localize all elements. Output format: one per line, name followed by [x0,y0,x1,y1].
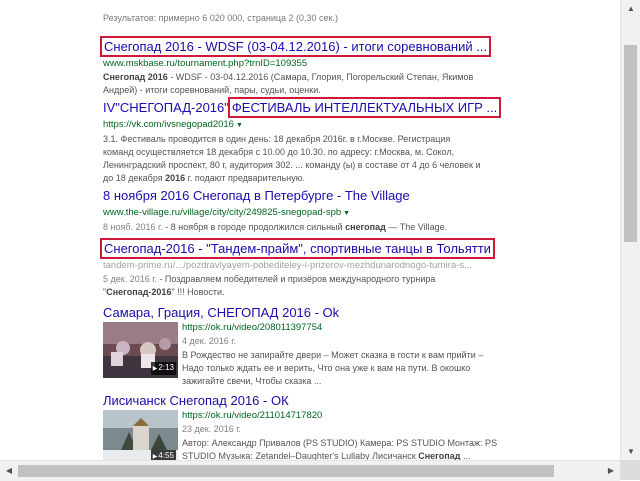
result-title-link[interactable]: Снегопад-2016 - "Тандем-прайм", спортивн… [100,238,495,259]
result-title-row: IV"СНЕГОПАД-2016" ФЕСТИВАЛЬ ИНТЕЛЛЕКТУАЛЬ… [103,97,503,118]
vertical-scrollbar[interactable]: ▲ ▼ [620,0,640,460]
result-url: tandem-prime.ru/.../pozdravlyayem-pobedi… [103,260,473,271]
video-date: 4 дек. 2016 г. [182,335,502,348]
result-date: 8 нояб. 2016 г. [103,222,163,232]
snippet-text-end: г. подают предварительную. [185,173,305,183]
video-date-text: 4 дек. 2016 г. [182,336,236,346]
snippet-bold: Снегопад 2016 [103,72,168,82]
snippet-text: - 8 ноября в городе продолжился сильный [162,222,346,232]
arrow-down-icon[interactable]: ▼ [621,443,640,460]
video-thumbnail[interactable]: ▶2:13 [103,322,178,378]
video-date: 23 дек. 2016 г. [182,423,502,436]
caret-down-icon[interactable]: ▼ [343,210,350,217]
video-thumbnail[interactable]: ▶4:55 [103,410,178,466]
result-url: www.the-village.ru/village/city/city/249… [103,207,483,220]
caret-down-icon[interactable]: ▼ [236,122,243,129]
snippet-text-end: " !!! Новости. [171,287,225,297]
result-url-text: https://vk.com/ivsnegopad2016 [103,119,234,130]
video-result: Самара, Грация, СНЕГОПАД 2016 - Ok ▶2:13… [103,304,503,386]
video-result: Лисичанск Снегопад 2016 - ОК ▶4:55 https… [103,392,503,466]
snippet-text-end: — The Village. [385,222,448,232]
result-date: 5 дек. 2016 г. [103,274,157,284]
result-snippet: 3.1. Фестиваль проводится в один день: 1… [103,133,483,185]
snippet-bold: снегопад [345,222,386,232]
horizontal-scrollbar[interactable]: ◀ ▶ [0,460,620,481]
result-snippet: Снегопад 2016 - WDSF - 03-04.12.2016 (Са… [103,71,483,97]
video-title-link[interactable]: Самара, Грация, СНЕГОПАД 2016 - Ok [103,305,339,320]
result-snippet: 5 дек. 2016 г. - Поздравляем победителей… [103,273,483,299]
video-date-text: 23 дек. 2016 г. [182,424,241,434]
result-title-link[interactable]: Снегопад 2016 - WDSF (03-04.12.2016) - и… [99,36,492,57]
arrow-right-icon[interactable]: ▶ [602,461,620,481]
result-url: https://vk.com/ivsnegopad2016 ▼ [103,119,503,132]
search-result: Снегопад-2016 - "Тандем-прайм", спортивн… [100,238,503,299]
hscrollbar-thumb[interactable] [18,465,554,477]
result-stats: Результатов: примерно 6 020 000, страниц… [103,13,338,23]
result-url: www.mskbase.ru/tournament.php?trnID=1093… [103,58,308,69]
result-title-link[interactable]: 8 ноября 2016 Снегопад в Петербурге - Th… [103,188,410,203]
result-title-link[interactable]: ФЕСТИВАЛЬ ИНТЕЛЛЕКТУАЛЬНЫХ ИГР ... [227,97,502,118]
scrollbar-thumb[interactable] [624,45,637,242]
snippet-bold: Снегопад-2016 [106,287,172,297]
scrollbar-corner [620,460,640,480]
search-results-page: Результатов: примерно 6 020 000, страниц… [0,0,620,466]
search-result: 8 ноября 2016 Снегопад в Петербурге - Th… [103,187,483,234]
duration-text: 4:55 [158,451,174,460]
arrow-up-icon[interactable]: ▲ [621,0,640,17]
video-url: https://ok.ru/video/211014717820 [182,410,323,421]
video-snippet: В Рождество не запирайте двери – Может с… [182,350,484,386]
arrow-left-icon[interactable]: ◀ [0,461,18,481]
video-meta: https://ok.ru/video/208011397754 4 дек. … [182,322,502,388]
snippet-bold: 2016 [165,173,186,183]
search-result: Снегопад 2016 - WDSF (03-04.12.2016) - и… [99,36,492,97]
result-url-text: www.the-village.ru/village/city/city/249… [103,207,342,218]
result-snippet: 8 нояб. 2016 г. - 8 ноября в городе прод… [103,221,483,234]
video-duration: ▶2:13 [150,362,176,375]
video-url: https://ok.ru/video/208011397754 [182,322,323,333]
play-icon: ▶ [152,366,158,372]
search-result: IV"СНЕГОПАД-2016" ФЕСТИВАЛЬ ИНТЕЛЛЕКТУАЛЬ… [103,97,503,185]
result-title-prefix-link[interactable]: IV"СНЕГОПАД-2016" [103,100,231,115]
video-title-link[interactable]: Лисичанск Снегопад 2016 - ОК [103,393,289,408]
duration-text: 2:13 [158,363,174,372]
video-meta: https://ok.ru/video/211014717820 23 дек.… [182,410,502,463]
